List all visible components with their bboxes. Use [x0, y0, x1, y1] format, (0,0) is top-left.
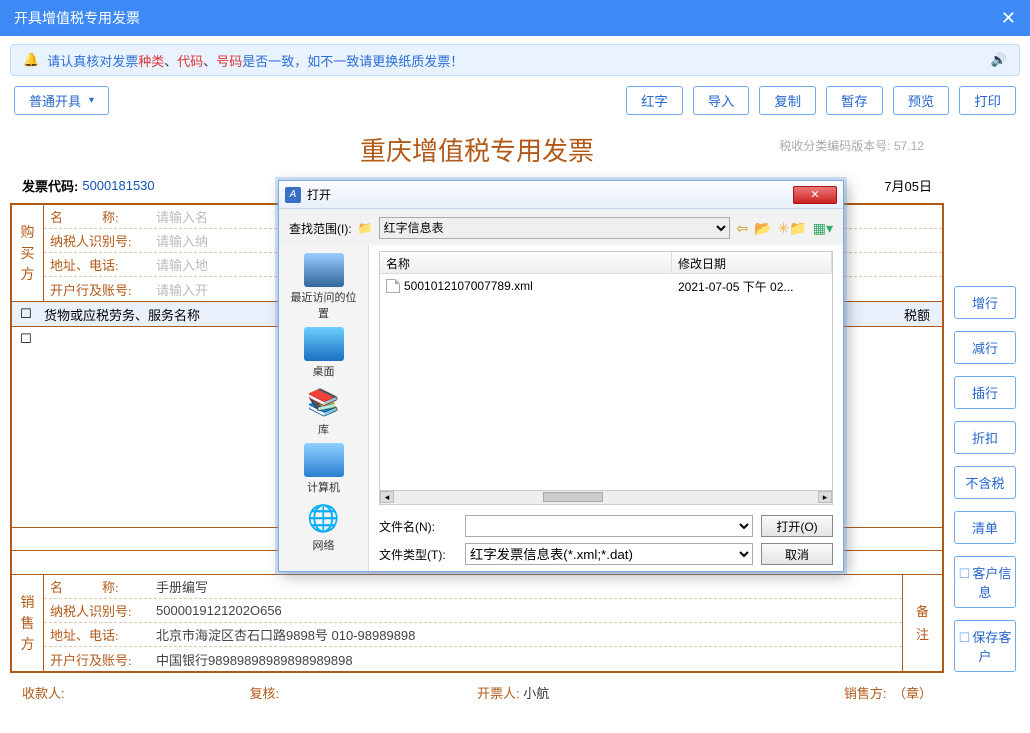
filetype-select[interactable]: 红字发票信息表(*.xml;*.dat) [465, 543, 753, 565]
side-button-panel: 增行 减行 插行 折扣 不含税 清单 客户信息 保存客户 [954, 286, 1016, 672]
remark-vertical-label: 备注 [902, 575, 942, 671]
seller-taxno-label: 纳税人识别号: [44, 601, 154, 620]
customer-info-button[interactable]: 客户信息 [954, 556, 1016, 608]
select-all-checkbox[interactable]: ☐ [12, 306, 40, 322]
dialog-close-button[interactable]: ✕ [793, 186, 837, 204]
toolbar: 普通开具 ▾ 红字 导入 复制 暂存 预览 打印 [0, 82, 1030, 123]
buyer-bank-label: 开户行及账号: [44, 280, 154, 299]
file-date: 2021-07-05 下午 02... [672, 278, 832, 295]
new-folder-icon[interactable]: ✳📁 [778, 220, 807, 237]
signature-row: 收款人: 复核: 开票人: 小航 销售方: （章） [10, 677, 944, 708]
mode-label: 普通开具 [29, 91, 81, 110]
horizontal-scrollbar[interactable]: ◂ ▸ [379, 491, 833, 505]
look-in-select[interactable]: 红字信息表 [379, 217, 731, 239]
seller-sign-label: 销售方: [844, 686, 887, 701]
file-row[interactable]: 5001012107007789.xml 2021-07-05 下午 02... [380, 276, 832, 296]
bell-icon: 🔔 [23, 52, 39, 68]
copy-button[interactable]: 复制 [759, 86, 816, 115]
open-button[interactable]: 打开(O) [761, 515, 833, 537]
code-value[interactable]: 5000181530 [82, 178, 154, 193]
code-label: 发票代码: [22, 176, 78, 195]
drawer-label: 开票人: [477, 686, 520, 701]
print-button[interactable]: 打印 [959, 86, 1016, 115]
col-date[interactable]: 修改日期 [672, 252, 832, 273]
stamp-label: （章） [899, 686, 932, 701]
place-network[interactable]: 🌐网络 [288, 501, 360, 553]
dialog-title: 打开 [307, 186, 331, 203]
discount-button[interactable]: 折扣 [954, 421, 1016, 454]
speaker-icon[interactable]: 🔊 [991, 52, 1007, 68]
place-desktop[interactable]: 桌面 [288, 327, 360, 379]
buyer-taxno-label: 纳税人识别号: [44, 231, 154, 250]
save-draft-button[interactable]: 暂存 [826, 86, 883, 115]
drawer-value: 小航 [523, 686, 549, 701]
mode-dropdown[interactable]: 普通开具 ▾ [14, 86, 109, 115]
notice-bar: 🔔 请认真核对发票种类、代码、号码是否一致，如不一致请更换纸质发票！ 🔊 [10, 44, 1020, 76]
filename-label: 文件名(N): [379, 518, 457, 535]
col-name[interactable]: 名称 [380, 252, 672, 273]
seller-name-label: 名 称: [44, 577, 154, 596]
back-icon[interactable]: ⇦ [736, 220, 748, 237]
preview-button[interactable]: 预览 [893, 86, 950, 115]
seller-section: 销售方 名 称:手册编写 纳税人识别号:5000019121202O656 地址… [12, 575, 942, 671]
version-note: 税收分类编码版本号: 57.12 [779, 137, 924, 154]
seller-bank-label: 开户行及账号: [44, 650, 154, 669]
del-row-button[interactable]: 减行 [954, 331, 1016, 364]
place-recent[interactable]: 最近访问的位置 [288, 253, 360, 321]
save-customer-button[interactable]: 保存客户 [954, 620, 1016, 672]
add-row-button[interactable]: 增行 [954, 286, 1016, 319]
place-libraries[interactable]: 📚库 [288, 385, 360, 437]
seller-addr-label: 地址、电话: [44, 625, 154, 644]
place-computer[interactable]: 计算机 [288, 443, 360, 495]
window-close-icon[interactable]: ✕ [1001, 8, 1016, 29]
buyer-name-label: 名 称: [44, 207, 154, 226]
look-in-row: 查找范围(I): 📁 红字信息表 ⇦ 📂 ✳📁 ▦▾ [289, 217, 833, 239]
tax-col: 税额 [892, 305, 942, 324]
seller-vertical-label: 销售方 [12, 575, 44, 671]
insert-row-button[interactable]: 插行 [954, 376, 1016, 409]
window-title: 开具增值税专用发票 [14, 8, 140, 28]
chevron-down-icon: ▾ [89, 95, 94, 106]
seller-addr[interactable]: 北京市海淀区杏石口路9898号 010-98989898 [154, 625, 902, 644]
file-list: 名称 修改日期 5001012107007789.xml 2021-07-05 … [379, 251, 833, 491]
window-titlebar: 开具增值税专用发票 ✕ [0, 0, 1030, 36]
up-folder-icon[interactable]: 📂 [754, 220, 771, 237]
seller-taxno[interactable]: 5000019121202O656 [154, 603, 902, 618]
list-button[interactable]: 清单 [954, 511, 1016, 544]
payee-label: 收款人: [22, 686, 65, 701]
cancel-button[interactable]: 取消 [761, 543, 833, 565]
scroll-left-icon[interactable]: ◂ [380, 491, 394, 503]
import-button[interactable]: 导入 [693, 86, 750, 115]
buyer-vertical-label: 购买方 [12, 205, 44, 301]
look-in-label: 查找范围(I): [289, 220, 352, 237]
seller-bank[interactable]: 中国银行98989898989898989898 [154, 650, 902, 669]
seller-name[interactable]: 手册编写 [154, 577, 902, 596]
file-list-header: 名称 修改日期 [380, 252, 832, 274]
red-button[interactable]: 红字 [626, 86, 683, 115]
notice-text: 请认真核对发票种类、代码、号码是否一致，如不一致请更换纸质发票！ [47, 51, 463, 70]
notax-button[interactable]: 不含税 [954, 466, 1016, 499]
filename-input[interactable] [465, 515, 753, 537]
scroll-right-icon[interactable]: ▸ [818, 491, 832, 503]
file-name: 5001012107007789.xml [404, 279, 533, 293]
places-bar: 最近访问的位置 桌面 📚库 计算机 🌐网络 [279, 245, 369, 571]
row-checkbox[interactable]: ☐ [12, 331, 40, 347]
buyer-addr-label: 地址、电话: [44, 255, 154, 274]
app-icon: A [285, 187, 301, 203]
folder-icon: 📁 [358, 221, 373, 235]
invoice-date: 7月05日 [884, 176, 932, 195]
filetype-label: 文件类型(T): [379, 546, 457, 563]
view-menu-icon[interactable]: ▦▾ [813, 220, 833, 237]
scroll-thumb[interactable] [543, 492, 603, 502]
file-icon [386, 279, 400, 293]
reviewer-label: 复核: [250, 686, 280, 701]
dialog-titlebar: A 打开 ✕ [279, 181, 843, 209]
file-open-dialog: A 打开 ✕ 查找范围(I): 📁 红字信息表 ⇦ 📂 ✳📁 ▦▾ 最近访问的位… [278, 180, 844, 572]
